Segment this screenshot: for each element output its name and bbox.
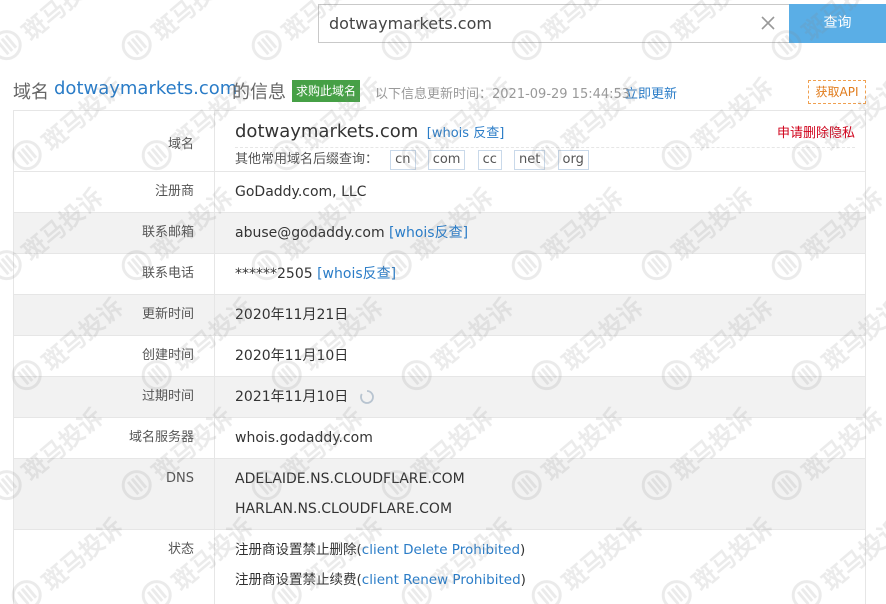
search-bar: 查询 (318, 4, 886, 43)
suffix-net[interactable]: net (514, 150, 546, 170)
row-label: 过期时间 (14, 377, 215, 417)
watermark-logo-icon (115, 24, 158, 67)
whois-reverse-link[interactable]: [whois 反查] (427, 126, 505, 141)
page-header: 域名 dotwaymarkets.com 的信息 求购此域名 以下信息更新时间：… (0, 74, 886, 106)
suffix-query: 其他常用域名后缀查询： cn com cc net org (235, 149, 865, 170)
row-whois-server: 域名服务器 whois.godaddy.com (14, 418, 865, 459)
created-value: 2020年11月10日 (235, 348, 349, 364)
status-item: 注册商设置禁止续费(client Renew Prohibited) (235, 572, 526, 588)
expires-value: 2021年11月10日 (235, 389, 349, 405)
row-label: 注册商 (14, 172, 215, 212)
dns-server: HARLAN.NS.CLOUDFLARE.COM (235, 501, 453, 517)
row-label: 更新时间 (14, 295, 215, 335)
get-api-button[interactable]: 获取API (808, 80, 866, 104)
row-updated: 更新时间 2020年11月21日 (14, 295, 865, 336)
row-expires: 过期时间 2021年11月10日 (14, 377, 865, 418)
row-label: 联系电话 (14, 254, 215, 294)
row-domain: 域名 dotwaymarkets.com [whois 反查] 其他常用域名后缀… (14, 111, 865, 172)
updated-value: 2020年11月21日 (235, 307, 349, 323)
row-value: abuse@godaddy.com [whois反查] (215, 213, 865, 253)
row-label: 联系邮箱 (14, 213, 215, 253)
domain-name: dotwaymarkets.com (235, 121, 419, 142)
suffix-com[interactable]: com (427, 150, 466, 170)
dns-server: ADELAIDE.NS.CLOUDFLARE.COM (235, 471, 465, 487)
watermark-logo-icon (245, 24, 288, 67)
status-en-link[interactable]: client Delete Prohibited (362, 542, 520, 558)
email-value: abuse@godaddy.com (235, 225, 385, 241)
row-label: DNS (14, 459, 215, 529)
row-label: 创建时间 (14, 336, 215, 376)
suffix-org[interactable]: org (557, 150, 589, 170)
update-time-text: 以下信息更新时间：2021-09-29 15:44:53 (375, 87, 631, 102)
row-created: 创建时间 2020年11月10日 (14, 336, 865, 377)
header-suffix: 的信息 (232, 82, 286, 103)
loading-icon (359, 390, 374, 404)
row-email: 联系邮箱 abuse@godaddy.com [whois反查] (14, 213, 865, 254)
row-value: 注册商设置禁止删除(client Delete Prohibited) 注册商设… (215, 530, 865, 604)
whois-server-value: whois.godaddy.com (235, 430, 373, 446)
row-dns: DNS ADELAIDE.NS.CLOUDFLARE.COM HARLAN.NS… (14, 459, 865, 530)
suffix-cc[interactable]: cc (477, 150, 502, 170)
row-registrar: 注册商 GoDaddy.com, LLC (14, 172, 865, 213)
suffix-prompt: 其他常用域名后缀查询： (235, 152, 379, 167)
status-en-link[interactable]: client Renew Prohibited (362, 572, 521, 588)
watermark-stamp: 斑马投诉 (0, 0, 110, 72)
status-cn: 注册商设置禁止删除 (235, 542, 357, 558)
header-prefix: 域名 (13, 82, 49, 103)
status-cn: 注册商设置禁止续费 (235, 572, 357, 588)
watermark-text: 斑马投诉 (16, 0, 109, 47)
watermark-logo-icon (0, 24, 28, 67)
email-whois-reverse-link[interactable]: [whois反查] (389, 225, 468, 241)
remove-privacy-link[interactable]: 申请删除隐私 (777, 122, 855, 141)
row-status: 状态 注册商设置禁止删除(client Delete Prohibited) 注… (14, 530, 865, 604)
clear-icon[interactable] (758, 13, 778, 33)
row-phone: 联系电话 ******2505 [whois反查] (14, 254, 865, 295)
row-label: 域名服务器 (14, 418, 215, 458)
row-label: 域名 (14, 111, 215, 171)
buy-domain-button[interactable]: 求购此域名 (292, 80, 361, 102)
row-value: ******2505 [whois反查] (215, 254, 865, 294)
search-button[interactable]: 查询 (789, 4, 886, 43)
header-domain[interactable]: dotwaymarkets.com (54, 78, 237, 99)
registrar-value: GoDaddy.com, LLC (235, 184, 367, 200)
phone-value: ******2505 (235, 266, 313, 282)
phone-whois-reverse-link[interactable]: [whois反查] (317, 266, 396, 282)
update-now-link[interactable]: 立即更新 (625, 83, 677, 102)
divider (235, 147, 855, 148)
row-value: dotwaymarkets.com [whois 反查] 其他常用域名后缀查询：… (215, 111, 865, 171)
row-value: 2021年11月10日 (215, 377, 865, 417)
whois-info-table: 域名 dotwaymarkets.com [whois 反查] 其他常用域名后缀… (13, 110, 866, 604)
watermark-stamp: 斑马投诉 (110, 0, 239, 72)
watermark-text: 斑马投诉 (146, 0, 239, 47)
suffix-cn[interactable]: cn (390, 150, 416, 170)
row-value: ADELAIDE.NS.CLOUDFLARE.COM HARLAN.NS.CLO… (215, 459, 865, 529)
status-item: 注册商设置禁止删除(client Delete Prohibited) (235, 542, 526, 558)
search-input[interactable] (318, 4, 790, 43)
row-label: 状态 (14, 530, 215, 604)
